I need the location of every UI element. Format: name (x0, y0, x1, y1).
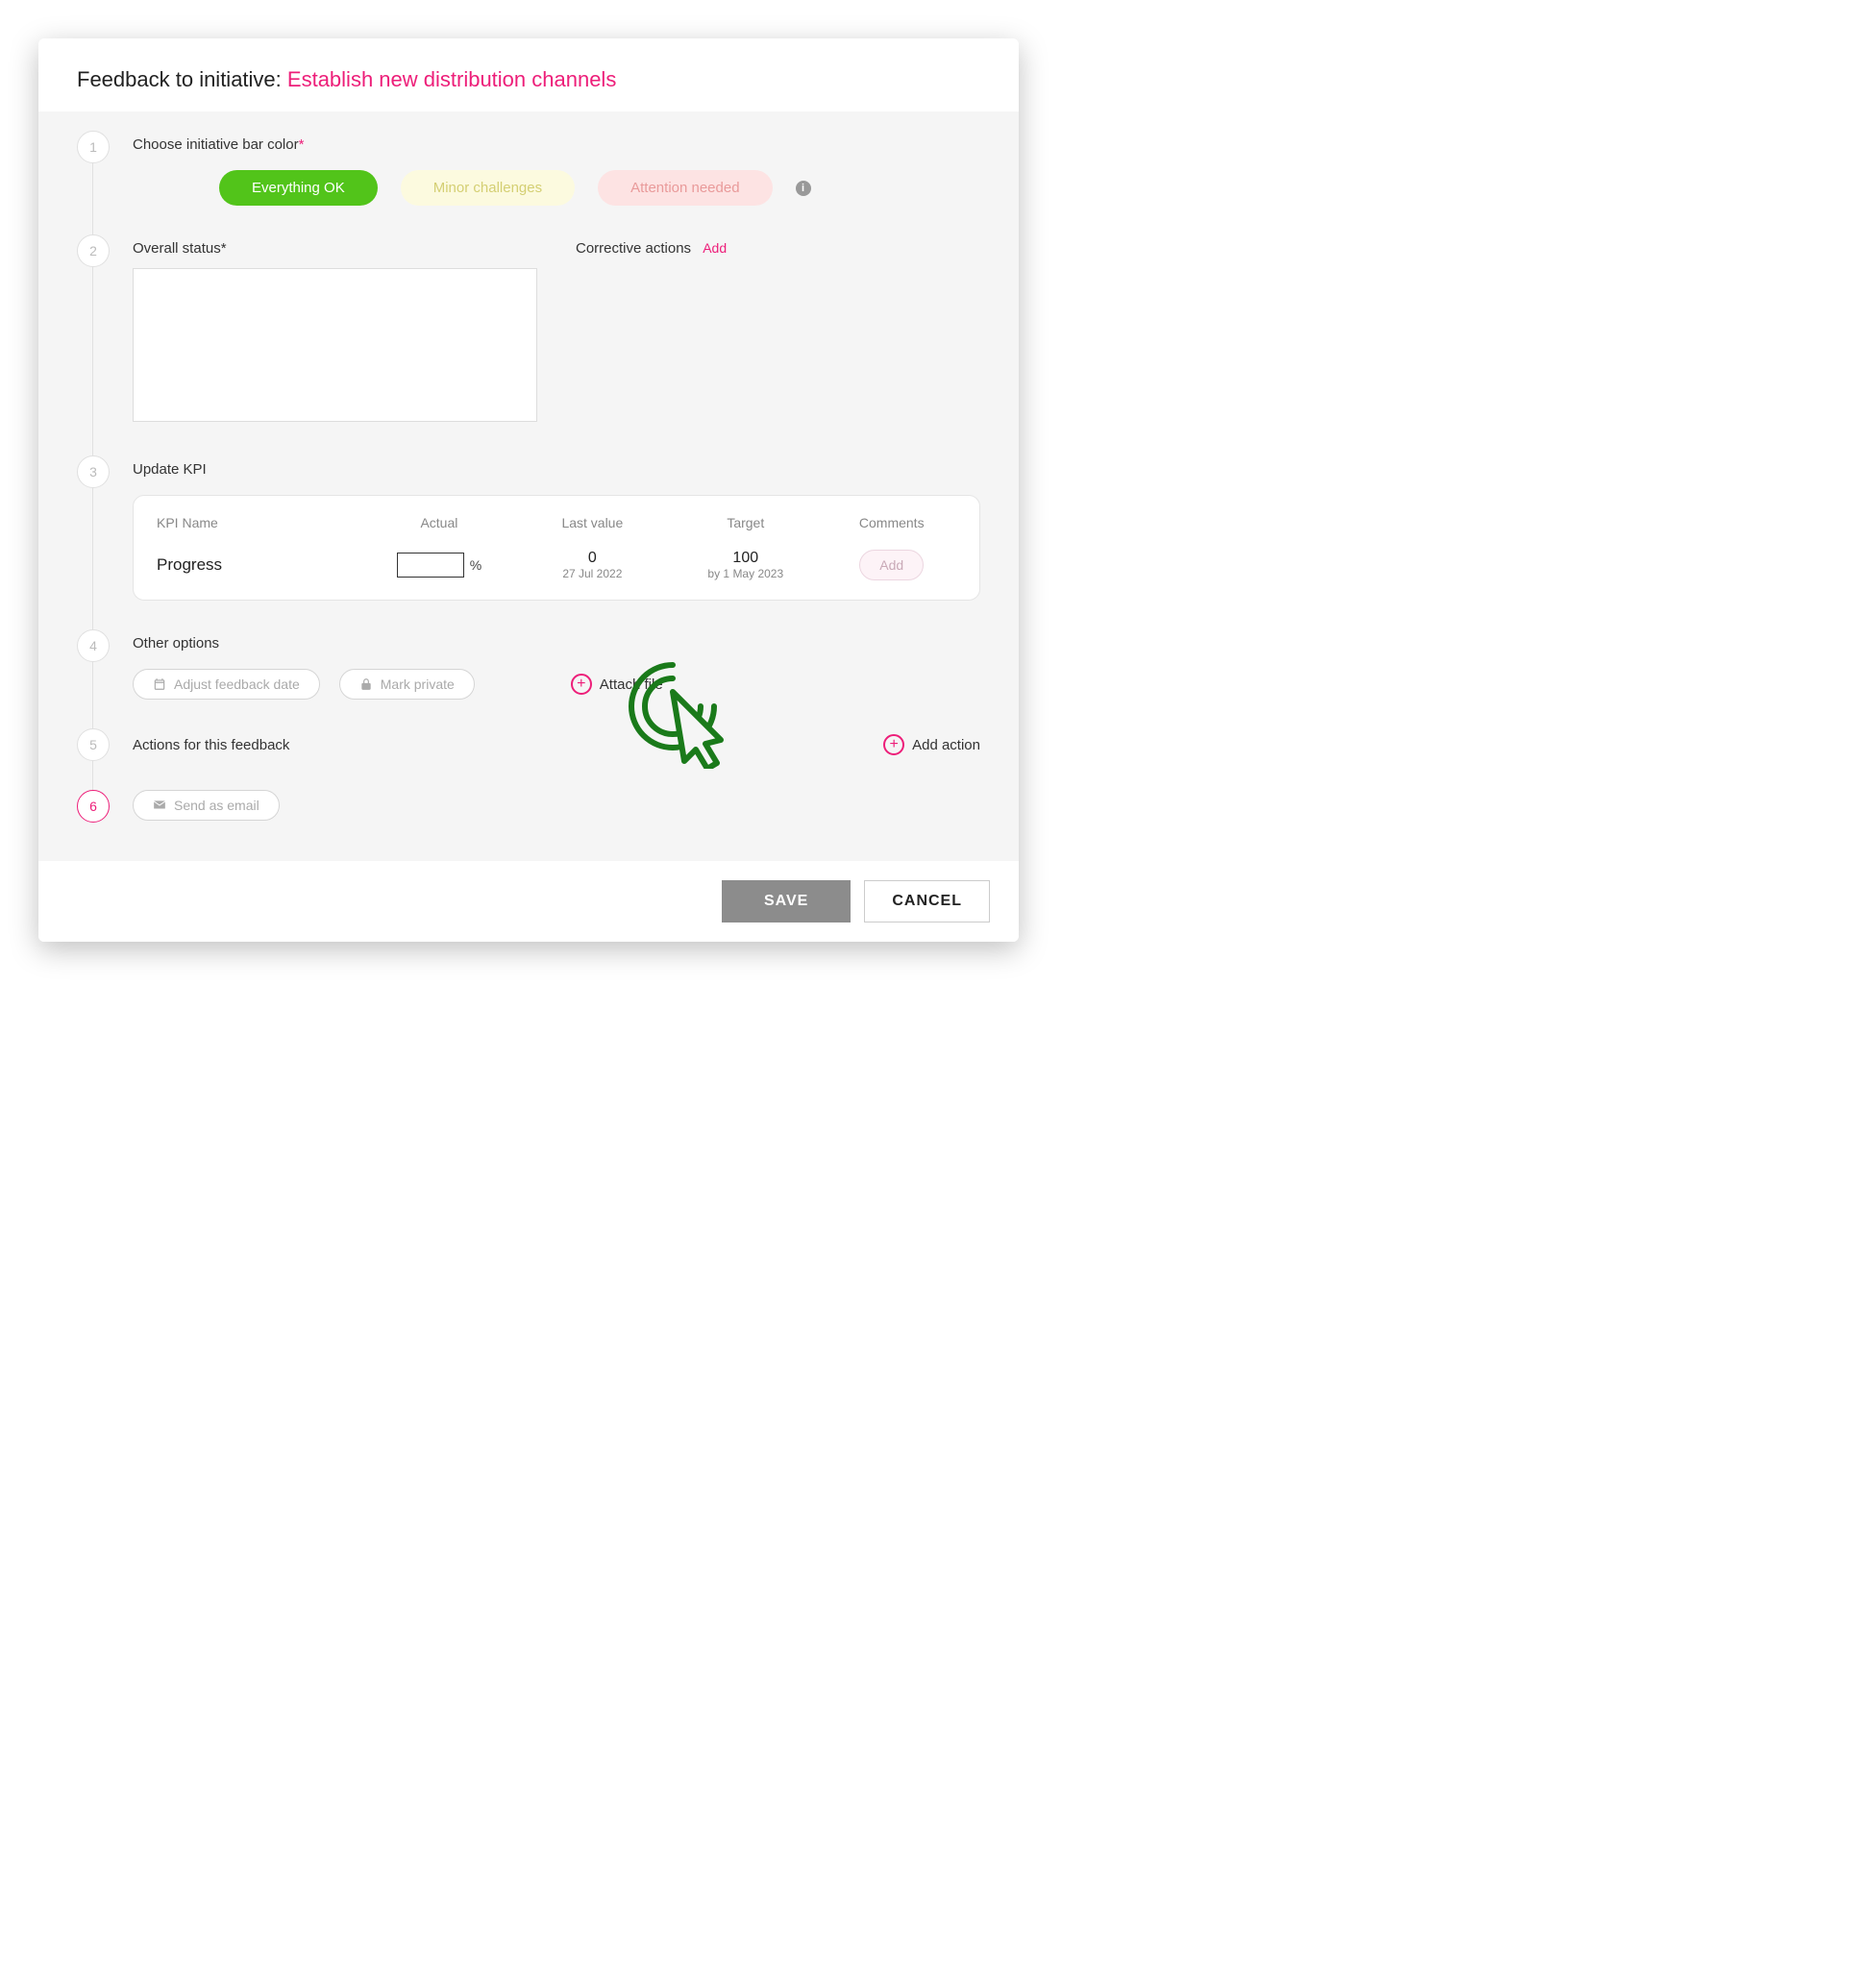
save-button[interactable]: SAVE (722, 880, 851, 922)
header-prefix: Feedback to initiative: (77, 67, 282, 91)
step-3-circle: 3 (77, 455, 110, 488)
step-5-label: Actions for this feedback (133, 737, 289, 753)
step-4: 4 Other options Adjust feedback date Mar… (38, 629, 980, 728)
kpi-name: Progress (157, 555, 358, 575)
step-connector (92, 486, 93, 639)
modal-footer: SAVE CANCEL (38, 861, 1019, 942)
step-connector (92, 265, 93, 465)
kpi-unit: % (470, 557, 481, 573)
step-2-circle: 2 (77, 234, 110, 267)
cancel-button[interactable]: CANCEL (864, 880, 990, 922)
status-attention-button[interactable]: Attention needed (598, 170, 772, 206)
kpi-table: KPI Name Actual Last value Target Commen… (133, 495, 980, 601)
email-icon (153, 799, 166, 812)
info-icon[interactable]: i (796, 181, 811, 196)
kpi-target-date: by 1 May 2023 (674, 567, 817, 580)
step-6: 6 Send as email (38, 790, 980, 832)
kpi-col-actual: Actual (367, 515, 510, 530)
kpi-row: Progress % 0 27 Jul 2022 100 by 1 May 20… (157, 550, 956, 580)
step-5-circle: 5 (77, 728, 110, 761)
plus-circle-icon: + (883, 734, 904, 755)
kpi-add-comment-button[interactable]: Add (859, 550, 924, 580)
modal-body: 1 Choose initiative bar color* Everythin… (38, 111, 1019, 861)
step-1: 1 Choose initiative bar color* Everythin… (38, 131, 980, 234)
step-1-circle: 1 (77, 131, 110, 163)
overall-status-textarea[interactable] (133, 268, 537, 422)
adjust-feedback-date-button[interactable]: Adjust feedback date (133, 669, 320, 700)
kpi-col-target: Target (674, 515, 817, 530)
feedback-modal: Feedback to initiative: Establish new di… (38, 38, 1019, 942)
step-1-label: Choose initiative bar color* (133, 136, 980, 153)
modal-header: Feedback to initiative: Establish new di… (38, 38, 1019, 111)
kpi-col-name: KPI Name (157, 515, 358, 530)
kpi-target-value: 100 (674, 550, 817, 567)
step-4-circle: 4 (77, 629, 110, 662)
corrective-actions-label: Corrective actions Add (576, 240, 980, 257)
calendar-icon (153, 677, 166, 691)
status-ok-button[interactable]: Everything OK (219, 170, 378, 206)
status-minor-button[interactable]: Minor challenges (401, 170, 575, 206)
kpi-last-date: 27 Jul 2022 (521, 567, 664, 580)
step-3: 3 Update KPI KPI Name Actual Last value … (38, 455, 980, 629)
step-connector (92, 161, 93, 244)
step-4-label: Other options (133, 635, 980, 652)
add-corrective-action-link[interactable]: Add (703, 240, 727, 256)
step-connector (92, 660, 93, 738)
overall-status-label: Overall status* (133, 240, 537, 257)
kpi-last-value: 0 (521, 550, 664, 567)
add-action-button[interactable]: + Add action (883, 734, 980, 755)
kpi-actual-input[interactable] (397, 553, 464, 578)
kpi-col-comments: Comments (827, 515, 956, 530)
initiative-title-link[interactable]: Establish new distribution channels (287, 67, 616, 91)
step-3-label: Update KPI (133, 461, 980, 478)
step-5: 5 Actions for this feedback + Add action (38, 728, 980, 790)
attach-file-button[interactable]: + Attach file (571, 674, 663, 695)
mark-private-button[interactable]: Mark private (339, 669, 475, 700)
step-6-circle: 6 (77, 790, 110, 823)
lock-icon (359, 677, 373, 691)
kpi-col-last: Last value (521, 515, 664, 530)
step-2: 2 Overall status* Corrective actions Add (38, 234, 980, 455)
plus-circle-icon: + (571, 674, 592, 695)
send-as-email-button[interactable]: Send as email (133, 790, 280, 821)
